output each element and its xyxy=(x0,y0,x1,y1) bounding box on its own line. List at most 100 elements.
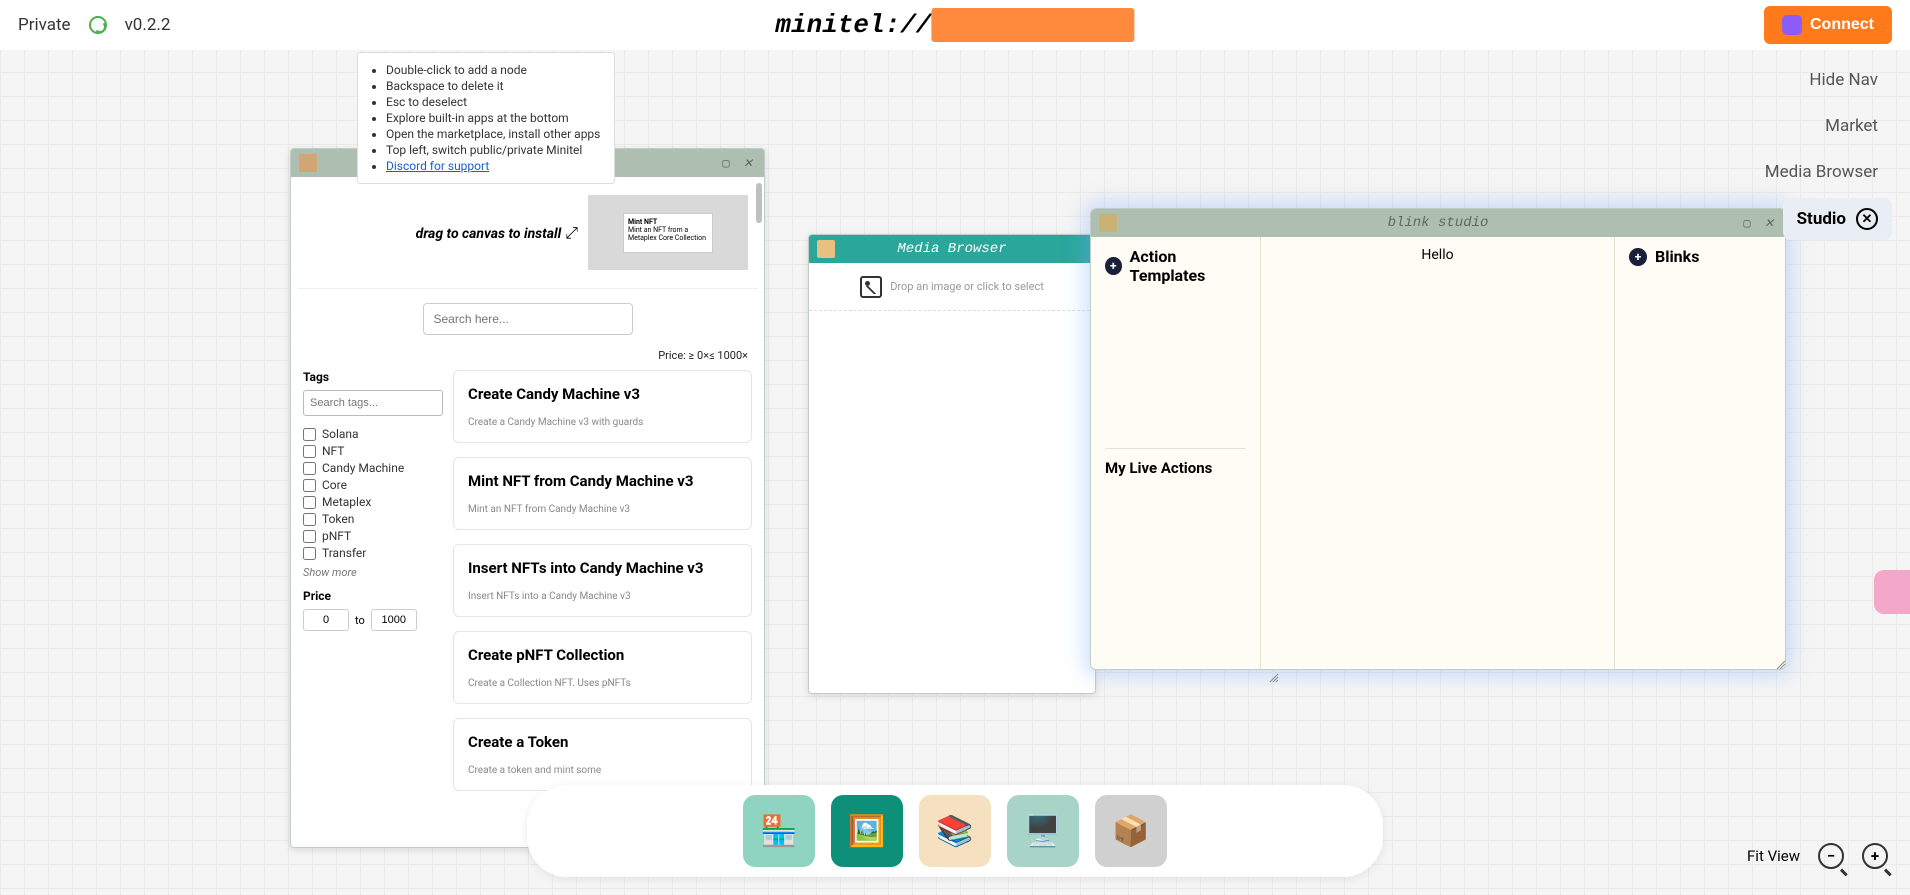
tag-label: Core xyxy=(322,478,347,492)
tag-label: pNFT xyxy=(322,529,351,543)
connect-wallet-button[interactable]: Connect xyxy=(1764,6,1892,44)
resize-handle[interactable] xyxy=(1775,659,1786,670)
price-summary: Price: ≥ 0×≤ 1000× xyxy=(297,349,758,370)
tag-checkbox[interactable] xyxy=(303,445,316,458)
tag-checkbox[interactable] xyxy=(303,513,316,526)
help-discord: Discord for support xyxy=(386,159,600,173)
blink-studio-window: blink studio ▢ ✕ + Action Templates My L… xyxy=(1090,208,1786,670)
studio-center: Hello xyxy=(1261,237,1615,669)
tag-row[interactable]: Token xyxy=(303,512,443,526)
media-resize-handle[interactable] xyxy=(1268,672,1280,684)
price-from-input[interactable] xyxy=(303,609,349,631)
tag-row[interactable]: Core xyxy=(303,478,443,492)
nav-studio[interactable]: Studio ✕ xyxy=(1783,198,1892,240)
tag-label: Candy Machine xyxy=(322,461,404,475)
tag-row[interactable]: Candy Machine xyxy=(303,461,443,475)
price-to-input[interactable] xyxy=(371,609,417,631)
tag-label: NFT xyxy=(322,444,344,458)
zoom-out-button[interactable]: − xyxy=(1818,843,1844,869)
topbar-right: Connect xyxy=(1764,6,1892,44)
card-title: Mint NFT from Candy Machine v3 xyxy=(468,472,737,490)
blinks-header[interactable]: + Blinks xyxy=(1629,247,1771,266)
fit-view-button[interactable]: Fit View xyxy=(1747,847,1800,865)
studio-center-text: Hello xyxy=(1421,247,1453,263)
card-title: Create a Token xyxy=(468,733,737,751)
action-templates-label: Action Templates xyxy=(1130,247,1246,285)
preview-desc: Mint an NFT from a Metaplex Core Collect… xyxy=(628,226,708,242)
hide-nav-link[interactable]: Hide Nav xyxy=(1795,60,1892,100)
dock-app-market[interactable]: 🏪 xyxy=(743,795,815,867)
tag-checkbox[interactable] xyxy=(303,496,316,509)
show-more-tags[interactable]: Show more xyxy=(303,566,443,579)
action-templates-header[interactable]: + Action Templates xyxy=(1105,247,1246,285)
my-live-actions-header: My Live Actions xyxy=(1105,448,1246,660)
zoom-in-button[interactable]: + xyxy=(1862,843,1888,869)
nav-media-browser[interactable]: Media Browser xyxy=(1751,152,1892,192)
tag-row[interactable]: NFT xyxy=(303,444,443,458)
card-desc: Insert NFTs into a Candy Machine v3 xyxy=(468,591,737,602)
tag-row[interactable]: Metaplex xyxy=(303,495,443,509)
market-window: market ▢ ✕ drag to canvas to install ⤢ M… xyxy=(290,148,765,848)
tag-search-input[interactable] xyxy=(303,390,443,416)
market-install-row: drag to canvas to install ⤢ Mint NFT Min… xyxy=(297,177,758,289)
card-desc: Create a token and mint some xyxy=(468,765,737,776)
dock-app-terminal[interactable]: 🖥️ xyxy=(1007,795,1079,867)
dock-app-library[interactable]: 📚 xyxy=(919,795,991,867)
sync-status-icon xyxy=(89,16,107,34)
add-template-icon[interactable]: + xyxy=(1105,257,1122,275)
tag-checkbox[interactable] xyxy=(303,547,316,560)
market-card[interactable]: Create pNFT Collection Create a Collecti… xyxy=(453,631,752,704)
tag-row[interactable]: pNFT xyxy=(303,529,443,543)
close-studio-icon[interactable]: ✕ xyxy=(1856,208,1878,230)
help-item: Backspace to delete it xyxy=(386,79,600,93)
add-blink-icon[interactable]: + xyxy=(1629,248,1647,266)
media-titlebar[interactable]: Media Browser xyxy=(809,235,1095,263)
media-app-icon xyxy=(817,240,835,258)
market-body: drag to canvas to install ⤢ Mint NFT Min… xyxy=(291,177,764,847)
media-title: Media Browser xyxy=(897,241,1006,257)
tag-checkbox[interactable] xyxy=(303,428,316,441)
url-display: minitel://xxxxxxxxxxxx xyxy=(775,10,1134,40)
drag-to-install-label: drag to canvas to install xyxy=(416,226,562,242)
window-close-button[interactable]: ✕ xyxy=(740,155,756,171)
connect-label: Connect xyxy=(1810,16,1874,34)
nav-market[interactable]: Market xyxy=(1811,106,1892,146)
tags-heading: Tags xyxy=(303,370,443,384)
dock-app-media[interactable]: 🖼️ xyxy=(831,795,903,867)
market-card[interactable]: Create a Token Create a token and mint s… xyxy=(453,718,752,791)
tag-label: Token xyxy=(322,512,354,526)
tag-row[interactable]: Transfer xyxy=(303,546,443,560)
tag-checkbox[interactable] xyxy=(303,479,316,492)
card-desc: Create a Candy Machine v3 with guards xyxy=(468,417,737,428)
help-item: Double-click to add a node xyxy=(386,63,600,77)
tag-checkbox[interactable] xyxy=(303,530,316,543)
drag-preview[interactable]: Mint NFT Mint an NFT from a Metaplex Cor… xyxy=(588,195,748,270)
studio-titlebar[interactable]: blink studio ▢ ✕ xyxy=(1091,209,1785,237)
discord-link[interactable]: Discord for support xyxy=(386,159,489,173)
privacy-toggle[interactable]: Private xyxy=(18,15,71,35)
floating-side-badge[interactable] xyxy=(1874,570,1910,614)
help-item: Top left, switch public/private Minitel xyxy=(386,143,600,157)
help-item: Open the marketplace, install other apps xyxy=(386,127,600,141)
image-icon xyxy=(860,276,882,298)
view-controls: Fit View − + xyxy=(1747,843,1888,869)
url-path: xxxxxxxxxxxx xyxy=(931,8,1134,42)
preview-title: Mint NFT xyxy=(628,218,708,226)
studio-app-icon xyxy=(1099,214,1117,232)
blinks-label: Blinks xyxy=(1655,247,1699,266)
market-card[interactable]: Create Candy Machine v3 Create a Candy M… xyxy=(453,370,752,443)
market-search-input[interactable] xyxy=(423,303,633,335)
help-item: Esc to deselect xyxy=(386,95,600,109)
tag-row[interactable]: Solana xyxy=(303,427,443,441)
tag-label: Metaplex xyxy=(322,495,371,509)
media-drop-zone[interactable]: Drop an image or click to select xyxy=(809,263,1095,311)
side-nav: Hide Nav Market Media Browser Studio ✕ xyxy=(1751,60,1892,240)
window-maximize-button[interactable]: ▢ xyxy=(718,155,734,171)
dock-app-archive[interactable]: 📦 xyxy=(1095,795,1167,867)
tag-checkbox[interactable] xyxy=(303,462,316,475)
market-card[interactable]: Insert NFTs into Candy Machine v3 Insert… xyxy=(453,544,752,617)
studio-left-col: + Action Templates My Live Actions xyxy=(1091,237,1261,669)
version-label: v0.2.2 xyxy=(125,15,171,35)
market-card[interactable]: Mint NFT from Candy Machine v3 Mint an N… xyxy=(453,457,752,530)
drag-arrow-icon: ⤢ xyxy=(565,223,578,242)
